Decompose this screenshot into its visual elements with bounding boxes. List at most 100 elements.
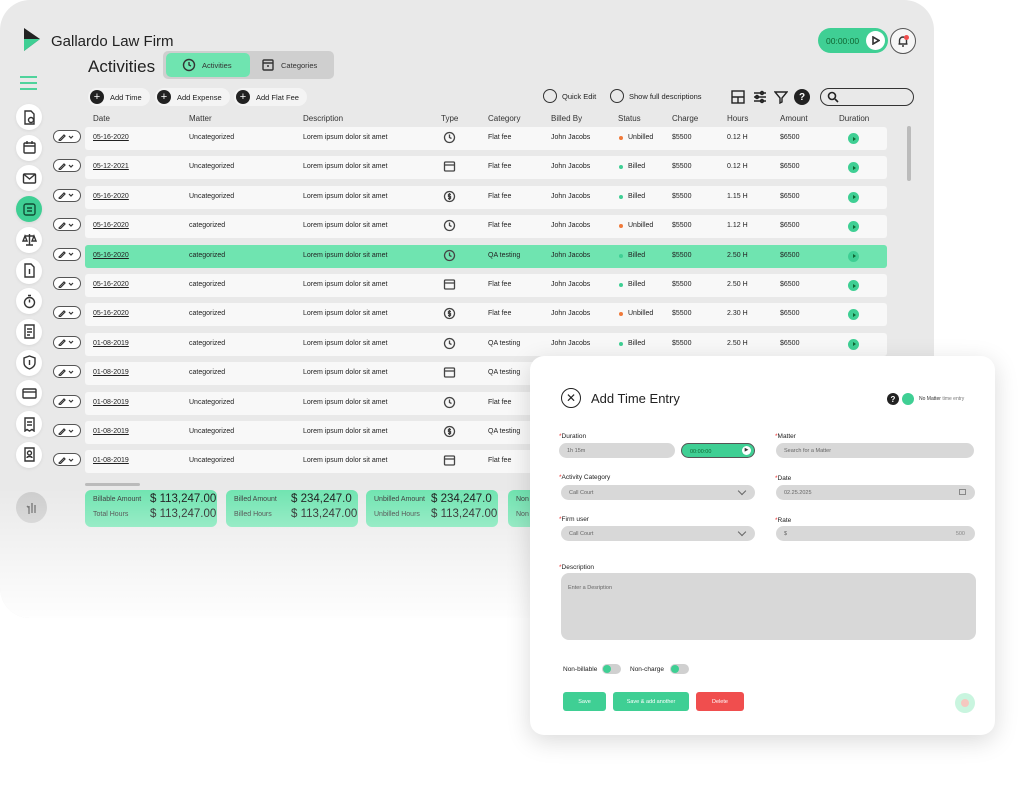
timer-widget[interactable]: 00:00:00 xyxy=(818,28,888,53)
close-button[interactable]: ✕ xyxy=(561,388,581,408)
show-full-descriptions-option[interactable]: Show full descriptions xyxy=(610,89,702,103)
column-header-hours[interactable]: Hours xyxy=(727,114,748,123)
non-charge-toggle[interactable] xyxy=(670,664,689,674)
firm-user-select[interactable]: Call Court xyxy=(561,526,755,541)
date-input[interactable]: 02.25.2025 xyxy=(776,485,975,500)
sidebar-item-file-clock[interactable] xyxy=(16,104,42,130)
save-add-another-button[interactable]: Save & add another xyxy=(613,692,689,711)
row-edit-menu-button[interactable] xyxy=(53,188,81,202)
no-matter-toggle[interactable] xyxy=(902,393,914,405)
date-link[interactable]: 05-16-2020 xyxy=(93,252,129,259)
table-row[interactable]: 05-16-2020 categorized Lorem ipsum dolor s… xyxy=(85,274,887,297)
table-row[interactable]: 05-12-2021 Uncategorized Lorem ipsum dolor… xyxy=(85,156,887,180)
row-edit-menu-button[interactable] xyxy=(53,394,81,408)
date-link[interactable]: 05-16-2020 xyxy=(93,193,129,200)
user-avatar-button[interactable] xyxy=(16,492,47,523)
add-time-button[interactable]: + Add Time xyxy=(88,88,150,106)
row-edit-menu-button[interactable] xyxy=(53,453,81,467)
menu-toggle-icon[interactable] xyxy=(20,76,37,90)
play-duration-button[interactable] xyxy=(848,191,859,203)
play-duration-button[interactable] xyxy=(848,338,859,350)
sidebar-item-calendar[interactable] xyxy=(16,134,42,161)
save-button[interactable]: Save xyxy=(563,692,606,711)
sidebar-item-shield-dollar[interactable] xyxy=(16,349,42,376)
row-edit-menu-button[interactable] xyxy=(53,365,81,379)
table-row[interactable]: 05-16-2020 Uncategorized Lorem ipsum dolor… xyxy=(85,127,887,150)
matter-search-input[interactable]: Search for a Matter xyxy=(776,443,974,458)
sidebar-item-mail[interactable] xyxy=(16,165,42,192)
table-row[interactable]: 05-16-2020 categorized Lorem ipsum dolor s… xyxy=(85,303,887,327)
sidebar-item-file-user[interactable] xyxy=(16,441,42,468)
search-field[interactable] xyxy=(820,88,914,106)
date-link[interactable]: 05-16-2020 xyxy=(93,281,129,288)
date-link[interactable]: 01-08-2019 xyxy=(93,340,129,347)
row-edit-menu-button[interactable] xyxy=(53,306,81,320)
sidebar-item-document[interactable] xyxy=(16,318,42,345)
filter-button[interactable] xyxy=(773,89,789,105)
rate-input[interactable]: $500 xyxy=(776,526,975,541)
radio-circle[interactable] xyxy=(543,89,557,103)
table-row[interactable]: 05-16-2020 categorized Lorem ipsum dolor s… xyxy=(85,215,887,239)
help-button[interactable]: ? xyxy=(887,393,899,405)
add-expense-button[interactable]: + Add Expense xyxy=(155,88,230,106)
radio-circle[interactable] xyxy=(610,89,624,103)
activity-category-select[interactable]: Call Court xyxy=(561,485,755,500)
chat-fab-button[interactable] xyxy=(955,693,975,713)
delete-button[interactable]: Delete xyxy=(696,692,744,711)
timer-play-button[interactable] xyxy=(866,31,885,50)
date-link[interactable]: 01-08-2019 xyxy=(93,457,129,464)
date-link[interactable]: 01-08-2019 xyxy=(93,399,129,406)
table-row[interactable]: 01-08-2019 categorized Lorem ipsum dolor s… xyxy=(85,332,887,356)
add-flat-fee-button[interactable]: + Add Flat Fee xyxy=(234,88,307,106)
table-row[interactable]: 05-16-2020 categorized Lorem ipsum dolor s… xyxy=(85,244,887,268)
column-header-description[interactable]: Description xyxy=(303,114,343,123)
layout-button[interactable] xyxy=(730,89,746,105)
tab-categories[interactable]: Categories xyxy=(251,53,331,77)
settings-button[interactable] xyxy=(752,89,768,105)
play-duration-button[interactable] xyxy=(848,133,859,144)
vertical-scrollbar[interactable] xyxy=(907,126,911,181)
date-link[interactable]: 05-16-2020 xyxy=(93,310,129,317)
tab-activities[interactable]: Activities xyxy=(166,53,250,77)
sidebar-item-stopwatch[interactable] xyxy=(16,288,42,315)
help-button[interactable]: ? xyxy=(794,89,810,105)
row-edit-menu-button[interactable] xyxy=(53,159,81,173)
duration-input[interactable]: 1h 15m xyxy=(559,443,675,458)
column-header-matter[interactable]: Matter xyxy=(189,114,212,123)
row-edit-menu-button[interactable] xyxy=(53,277,81,290)
sidebar-item-activities[interactable] xyxy=(16,196,42,223)
date-link[interactable]: 05-16-2020 xyxy=(93,222,129,229)
column-header-status[interactable]: Status xyxy=(618,114,641,123)
column-header-date[interactable]: Date xyxy=(93,114,110,123)
column-header-billed-by[interactable]: Billed By xyxy=(551,114,582,123)
sidebar-item-scales[interactable] xyxy=(16,226,42,253)
row-edit-menu-button[interactable] xyxy=(53,130,81,143)
play-duration-button[interactable] xyxy=(848,250,859,262)
date-link[interactable]: 01-08-2019 xyxy=(93,428,129,435)
search-input[interactable] xyxy=(843,91,907,103)
table-row[interactable]: 05-16-2020 Uncategorized Lorem ipsum dolor… xyxy=(85,185,887,209)
column-header-type[interactable]: Type xyxy=(441,114,458,123)
column-header-amount[interactable]: Amount xyxy=(780,114,808,123)
horizontal-scrollbar[interactable] xyxy=(85,483,140,486)
description-textarea[interactable]: Enter a Desription xyxy=(561,573,976,640)
play-duration-button[interactable] xyxy=(848,162,859,174)
quick-edit-option[interactable]: Quick Edit xyxy=(543,89,596,103)
date-link[interactable]: 05-16-2020 xyxy=(93,134,129,141)
non-billable-toggle[interactable] xyxy=(602,664,621,674)
play-duration-button[interactable] xyxy=(848,280,859,291)
play-duration-button[interactable] xyxy=(848,309,859,321)
sidebar-item-file-dollar[interactable] xyxy=(16,257,42,284)
column-header-charge[interactable]: Charge xyxy=(672,114,698,123)
column-header-category[interactable]: Category xyxy=(488,114,520,123)
row-edit-menu-button[interactable] xyxy=(53,424,81,437)
notifications-button[interactable] xyxy=(890,28,916,54)
date-link[interactable]: 01-08-2019 xyxy=(93,369,129,376)
row-edit-menu-button[interactable] xyxy=(53,247,81,261)
duration-timer[interactable]: 00:00:00 ▶ xyxy=(681,443,755,458)
date-link[interactable]: 05-12-2021 xyxy=(93,163,129,170)
row-edit-menu-button[interactable] xyxy=(53,335,81,349)
sidebar-item-card-dollar[interactable] xyxy=(16,380,42,407)
sidebar-item-invoice[interactable] xyxy=(16,411,42,437)
column-header-duration[interactable]: Duration xyxy=(839,114,869,123)
